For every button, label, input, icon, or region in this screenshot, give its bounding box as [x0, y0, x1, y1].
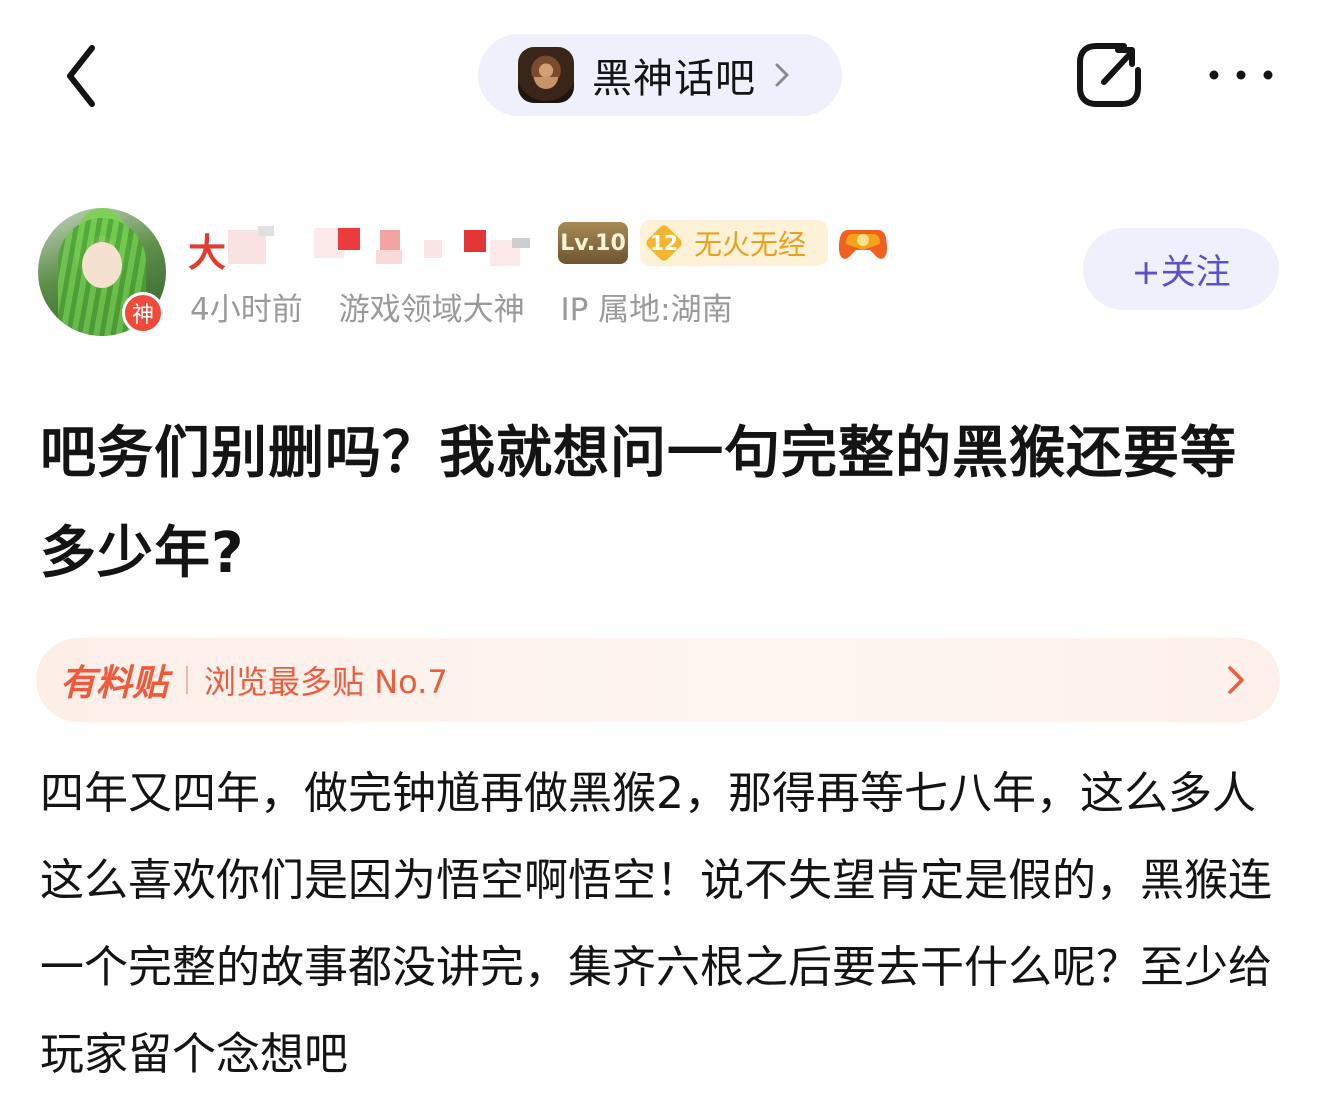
level-badge: Lv.10 [558, 222, 628, 264]
more-dots-icon [1209, 70, 1273, 80]
chevron-right-icon [1228, 666, 1244, 694]
forum-link[interactable]: 黑神话吧 [478, 34, 842, 116]
edit-share-button[interactable] [1074, 40, 1144, 110]
fire-label: 无火无经 [694, 228, 807, 261]
fire-tag: 12 无火无经 [640, 220, 828, 266]
forum-avatar [518, 47, 574, 103]
author-title: 游戏领域大神 [338, 292, 525, 328]
post-meta: 4小时前 游戏领域大神 IP 属地:湖南 [190, 284, 759, 329]
edit-share-icon [1077, 43, 1141, 107]
back-button[interactable] [52, 40, 112, 110]
hot-rank-text: 浏览最多贴 No.7 [204, 663, 448, 701]
god-badge: 神 [122, 292, 164, 334]
diamond-icon: 12 [644, 223, 684, 263]
ip-location: IP 属地:湖南 [560, 292, 733, 328]
chevron-right-icon [775, 63, 789, 87]
post-title: 吧务们别删吗？我就想问一句完整的黑猴还要等多少年? [40, 421, 1237, 586]
post-body: 四年又四年，做完钟馗再做黑猴2，那得再等七八年，这么多人这么喜欢你们是因为悟空啊… [40, 768, 1272, 1080]
gamepad-icon [839, 230, 887, 259]
forum-name: 黑神话吧 [592, 56, 756, 102]
hot-post-banner[interactable]: 有料贴 浏览最多贴 No.7 [36, 638, 1280, 722]
post-time: 4小时前 [190, 292, 303, 328]
banner-divider [186, 666, 189, 694]
more-button[interactable] [1206, 58, 1276, 92]
follow-button[interactable]: +关注 [1083, 228, 1279, 310]
chevron-left-icon [67, 45, 95, 107]
fire-level: 12 [650, 231, 678, 255]
name-mosaic [228, 220, 558, 272]
top-bar: 黑神话吧 [0, 0, 1319, 150]
hot-tag: 有料贴 [60, 663, 169, 704]
